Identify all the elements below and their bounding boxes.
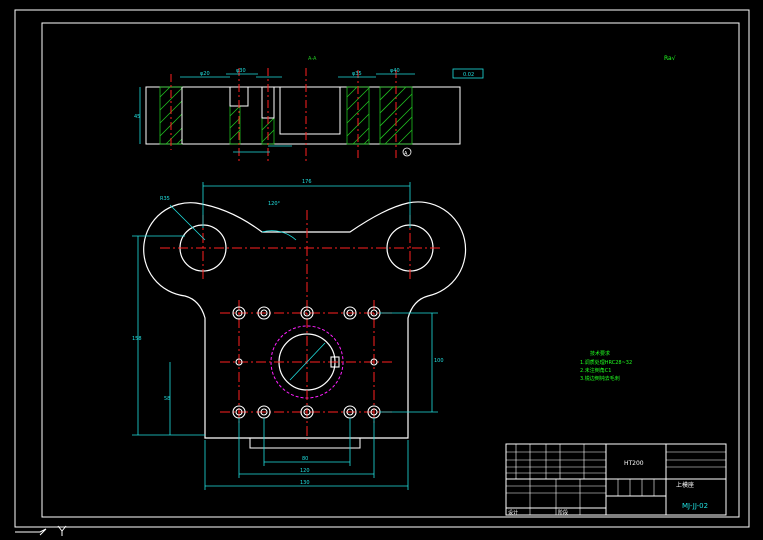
- section-dim-3: φ35: [352, 71, 362, 77]
- note-item-3: 3.锐边倒钝去毛刺: [580, 375, 620, 382]
- material-label: HT200: [624, 460, 644, 467]
- note-item-2: 2.未注倒角C1: [580, 367, 611, 374]
- dim-overall-width: 176: [302, 179, 312, 185]
- plan-view: 176 158 58 100 80 120 130 R35 120°: [132, 179, 467, 490]
- note-item-1: 1.调质处理HRC28~32: [580, 359, 632, 366]
- section-dim-1: φ20: [200, 71, 210, 77]
- section-outline: [145, 86, 461, 145]
- part-name: 上模座: [676, 481, 694, 489]
- inner-border: [41, 22, 740, 518]
- plan-outline: [143, 201, 467, 439]
- dim-left-offset: 58: [164, 396, 170, 402]
- drawing-sheet: A-A φ20 φ30 φ35 φ40 45 0.02 A 176 158 58…: [0, 0, 763, 536]
- roughness-mark: Ra√: [664, 55, 676, 62]
- dim-bottom-width: 130: [300, 480, 310, 486]
- dim-hole-spacing: 80: [302, 456, 308, 462]
- section-view: A-A φ20 φ30 φ35 φ40 45 0.02 A: [134, 56, 484, 162]
- section-label: A-A: [308, 56, 317, 62]
- dim-right-height: 100: [434, 358, 444, 364]
- outer-border: [14, 9, 750, 528]
- section-hatch: [159, 86, 413, 145]
- dim-overall-height: 158: [132, 336, 142, 342]
- technical-notes: 技术要求 1.调质处理HRC28~32 2.未注倒角C1 3.锐边倒钝去毛刺: [580, 350, 632, 382]
- datum-label: A: [404, 151, 408, 157]
- cad-drawing: A-A φ20 φ30 φ35 φ40 45 0.02 A 176 158 58…: [14, 9, 750, 536]
- drawing-number: MJ-JJ-02: [682, 502, 708, 510]
- notes-title: 技术要求: [590, 350, 610, 357]
- dim-mid-width: 120: [300, 468, 310, 474]
- dim-angle: 120°: [268, 201, 281, 207]
- section-dim-2: φ30: [236, 68, 246, 74]
- design-label: 设计: [508, 509, 518, 516]
- section-thickness: 45: [134, 114, 140, 120]
- section-dim-4: φ40: [390, 68, 400, 74]
- section-tolerance: 0.02: [463, 72, 474, 78]
- stage-label: 阶段: [558, 509, 568, 516]
- dim-radius: R35: [160, 196, 170, 202]
